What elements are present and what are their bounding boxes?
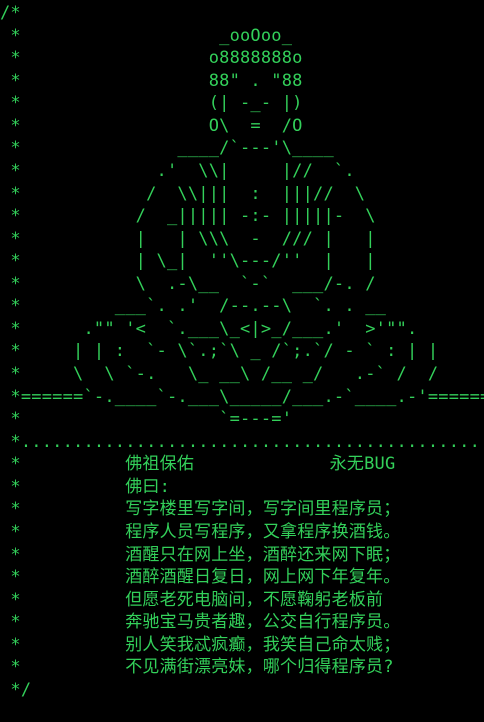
ascii-art-line-10: * | | \\\ - /// | | (0, 229, 376, 249)
poem-line-6: * 奔驰宝马贵者趣，公交自行程序员。 (0, 612, 401, 632)
ascii-art-line-4: * (| -_- |) (0, 93, 303, 113)
ascii-art-line-14: * ."" '< `.___\_<|>_/___.' >'"". (0, 319, 418, 339)
poem-line-7: * 别人笑我忒疯癫，我笑自己命太贱； (0, 635, 401, 655)
ascii-art-line-13: * ___`. .' /--.--\ `. . __ (0, 296, 387, 316)
comment-close-line: */ (0, 680, 32, 700)
ascii-art-line-16: * \ \ `-. \_ __\ /__ _/ .-` / / (0, 364, 439, 384)
ascii-art-line-1: * _ooOoo_ (0, 26, 293, 46)
ascii-art-line-9: * / _||||| -:- |||||- \ (0, 206, 376, 226)
ascii-art-line-15: * | | : `- \`.;`\ _ /`;.`/ - ` : | | (0, 341, 439, 361)
dotted-divider: *.......................................… (0, 432, 484, 452)
ascii-art-line-5: * O\ = /O (0, 116, 303, 136)
ascii-art-base-line: *======`-.____`-.___\_____/___.-`____.-'… (0, 387, 484, 407)
terminal-window: /* * _ooOoo_ * o8888888o * 88" . "88 * (… (0, 0, 484, 722)
ascii-art-line-2: * o8888888o (0, 48, 303, 68)
poem-line-3: * 酒醒只在网上坐，酒醉还来网下眠； (0, 545, 401, 565)
poem-line-4: * 酒醉酒醒日复日，网上网下年复年。 (0, 567, 401, 587)
ascii-art-line-18: * `=---=' (0, 409, 293, 429)
poem-line-8: * 不见满街漂亮妹，哪个归得程序员? (0, 657, 394, 677)
blessing-title-line: * 佛祖保佑 永无BUG (0, 454, 396, 474)
ascii-art-line-3: * 88" . "88 (0, 71, 303, 91)
ascii-art-line-8: * / \\||| : |||// \ (0, 184, 366, 204)
ascii-art-line-12: * \ .-\__ `-` ___/-. / (0, 274, 376, 294)
poem-line-2: * 程序人员写程序，又拿程序换酒钱。 (0, 522, 401, 542)
poem-line-1: * 写字楼里写字间，写字间里程序员； (0, 499, 401, 519)
poem-line-5: * 但愿老死电脑间，不愿鞠躬老板前 (0, 590, 384, 610)
comment-open-line: /* (0, 3, 21, 23)
ascii-art-line-11: * | \_| ''\---/'' | | (0, 251, 376, 271)
poem-intro-line: * 佛曰: (0, 477, 171, 497)
ascii-art-line-7: * .' \\| |// `. (0, 161, 355, 181)
ascii-art-line-6: * ____/`---'\____ (0, 138, 334, 158)
